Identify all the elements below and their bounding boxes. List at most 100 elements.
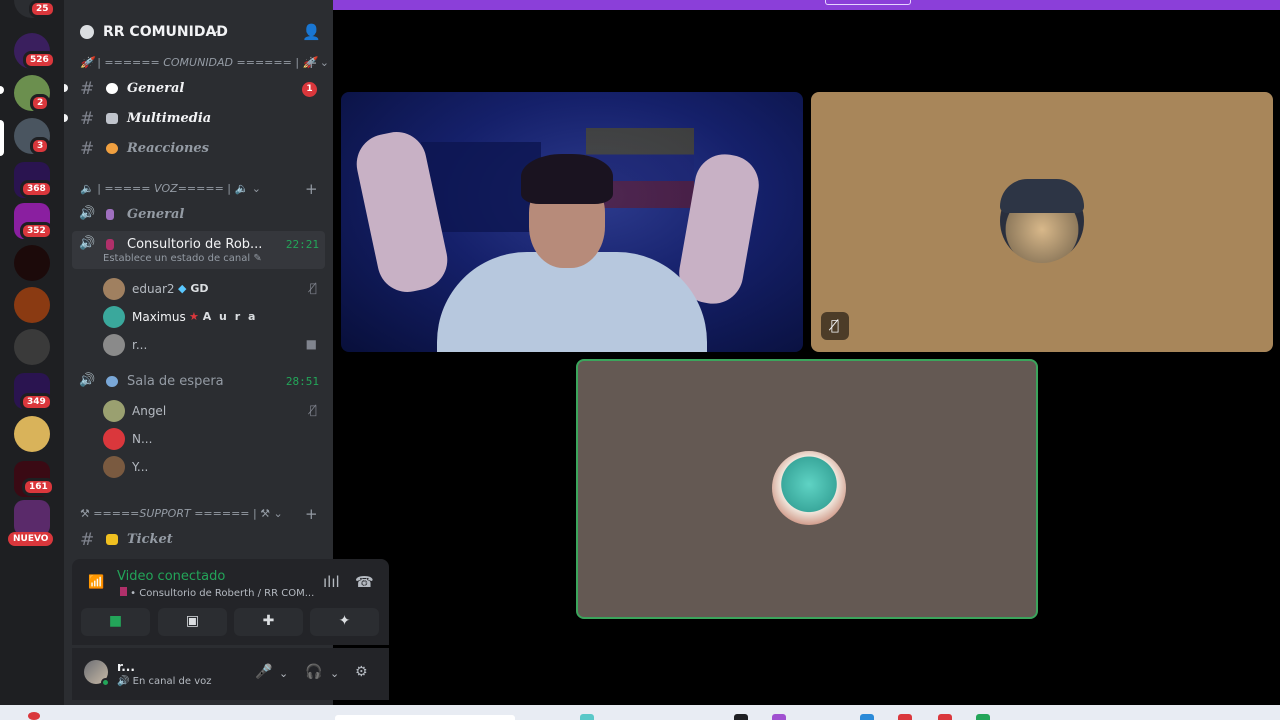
category-label: | ====== COMUNIDAD ====== |	[97, 56, 300, 69]
channel-label: General	[127, 207, 185, 222]
noise-suppression-icon[interactable]: ılıl	[323, 573, 340, 591]
server-icon-7[interactable]	[14, 287, 50, 323]
chevron-down-icon[interactable]: ⌄	[330, 667, 339, 680]
video-tile-camera[interactable]	[341, 92, 803, 352]
gear-icon[interactable]: ⚙	[355, 664, 368, 680]
add-channel-icon[interactable]: +	[305, 505, 318, 523]
category-voz[interactable]: 🔈 | ===== VOZ===== | 🔈 ⌄ +	[80, 180, 318, 198]
channel-reacciones[interactable]: # Reacciones	[72, 135, 325, 163]
discord-window: 25 526 2 3 368 352 349 161 NUEVO RR COMU…	[0, 0, 1280, 720]
screen-share-button[interactable]: ▣	[158, 608, 227, 636]
speaker-icon: 🔊	[79, 206, 96, 221]
top-banner	[333, 0, 1280, 10]
server-header[interactable]: RR COMUNIDAD ⌄ 👤	[64, 14, 333, 50]
call-timer: 28:51	[285, 375, 319, 388]
voice-channel-consultorio[interactable]: 🔊 Consultorio de Rob... 22:21 Establece …	[72, 231, 325, 269]
video-icon: ■	[305, 337, 317, 351]
selected-pip	[0, 120, 4, 156]
user-tag: ★ A u r a	[189, 310, 258, 323]
banner-button[interactable]	[825, 0, 911, 5]
category-comunidad[interactable]: 🚀 | ====== COMUNIDAD ====== | 🚀 ⌄ +	[80, 54, 329, 72]
taskbar-app-icon[interactable]	[938, 714, 952, 720]
voice-connection-panel: 📶 Video conectado • Consultorio de Rober…	[72, 559, 389, 645]
add-channel-icon[interactable]: +	[305, 180, 318, 198]
taskbar-app-icon[interactable]	[976, 714, 990, 720]
participant-avatar	[772, 451, 846, 525]
disconnect-icon[interactable]: ☎	[355, 573, 374, 591]
connection-status[interactable]: Video conectado	[117, 569, 225, 584]
voice-user[interactable]: Y...	[103, 455, 323, 481]
user-name: Maximus	[132, 310, 186, 324]
category-label: | ===== VOZ===== |	[97, 182, 231, 195]
activities-button[interactable]: ✚	[234, 608, 303, 636]
channel-general[interactable]: # General 1	[72, 75, 325, 103]
video-tile-speaking[interactable]	[576, 359, 1038, 619]
user-name[interactable]: r...	[117, 660, 135, 674]
server-badge: 3	[30, 137, 51, 155]
screen-share-icon: ▣	[185, 613, 200, 629]
new-badge[interactable]: NUEVO	[8, 532, 54, 546]
connection-path[interactable]: • Consultorio de Roberth / RR COM...	[120, 587, 314, 599]
voice-channel-sala[interactable]: 🔊 Sala de espera 28:51	[72, 368, 325, 396]
tools-icon: ⚒	[80, 507, 90, 520]
muted-icon: 🎙̸	[821, 312, 849, 340]
channel-label: Consultorio de Rob...	[127, 237, 263, 252]
category-support[interactable]: ⚒ =====SUPPORT ====== | ⚒ ⌄ +	[80, 505, 318, 523]
speaker-live-icon: 🔊	[117, 676, 130, 687]
voice-user[interactable]: Angel 🎙̸	[103, 399, 323, 425]
voice-user[interactable]: N...	[103, 427, 323, 453]
server-icon-10[interactable]	[14, 416, 50, 452]
camera-button[interactable]: ■	[81, 608, 150, 636]
user-name: r...	[132, 338, 148, 352]
star-icon: ★	[189, 310, 199, 323]
add-channel-icon[interactable]: +	[305, 54, 318, 72]
avatar	[103, 428, 125, 450]
channel-label: Ticket	[127, 532, 173, 547]
user-name: Y...	[132, 460, 149, 474]
chevron-down-icon[interactable]: ⌄	[279, 667, 288, 680]
taskbar-app-icon[interactable]	[898, 714, 912, 720]
weather-icon[interactable]	[28, 712, 40, 720]
channel-status[interactable]: Establece un estado de canal ✎	[103, 253, 262, 264]
microphone-icon[interactable]: 🎤	[255, 664, 272, 680]
unread-count: 1	[302, 82, 317, 97]
server-icon-6[interactable]	[14, 245, 50, 281]
pencil-icon: ✎	[253, 253, 262, 264]
taskbar-app-icon[interactable]	[580, 714, 594, 720]
speech-bubble-icon	[106, 83, 118, 94]
muted-icon: 🎙̸	[309, 281, 317, 295]
voice-channel-general[interactable]: 🔊 General	[72, 201, 325, 229]
invite-people-icon[interactable]: 👤	[302, 23, 321, 41]
user-panel: r... 🔊 En canal de voz 🎤 ⌄ 🎧 ⌄ ⚙	[72, 648, 389, 700]
server-icon-12[interactable]	[14, 500, 50, 536]
avatar	[103, 278, 125, 300]
voice-user[interactable]: eduar2 ◆ GD 🎙̸	[103, 277, 323, 303]
taskbar-app-icon[interactable]	[860, 714, 874, 720]
person-hair	[521, 154, 613, 204]
chevron-down-icon: ⌄	[210, 23, 221, 37]
user-status: 🔊 En canal de voz	[117, 676, 212, 687]
unread-pip	[64, 84, 68, 92]
emoji-icon	[106, 143, 118, 154]
server-badge: 161	[22, 478, 55, 496]
channel-ticket[interactable]: # Ticket	[72, 526, 325, 554]
muted-icon: 🎙̸	[309, 403, 317, 417]
server-rail: 25 526 2 3 368 352 349 161 NUEVO	[0, 0, 64, 705]
voice-user[interactable]: Maximus ★ A u r a	[103, 305, 323, 331]
channel-multimedia[interactable]: # Multimedia	[72, 105, 325, 133]
soundboard-button[interactable]: ✦	[310, 608, 379, 636]
taskbar-app-icon[interactable]	[772, 714, 786, 720]
hashtag-icon: #	[80, 109, 95, 129]
video-tile-avatar[interactable]: 🎙̸	[811, 92, 1273, 352]
taskbar-app-icon[interactable]	[734, 714, 748, 720]
server-icon-8[interactable]	[14, 329, 50, 365]
headphones-icon[interactable]: 🎧	[305, 664, 322, 680]
voice-user[interactable]: r... ■	[103, 333, 323, 359]
camera-icon: ■	[108, 613, 123, 629]
server-badge: 526	[23, 51, 56, 69]
camera-icon	[106, 113, 118, 124]
signal-icon[interactable]: 📶	[88, 575, 104, 590]
ticket-icon	[106, 534, 118, 545]
search-bar[interactable]	[335, 715, 515, 720]
server-badge: 2	[30, 94, 51, 112]
